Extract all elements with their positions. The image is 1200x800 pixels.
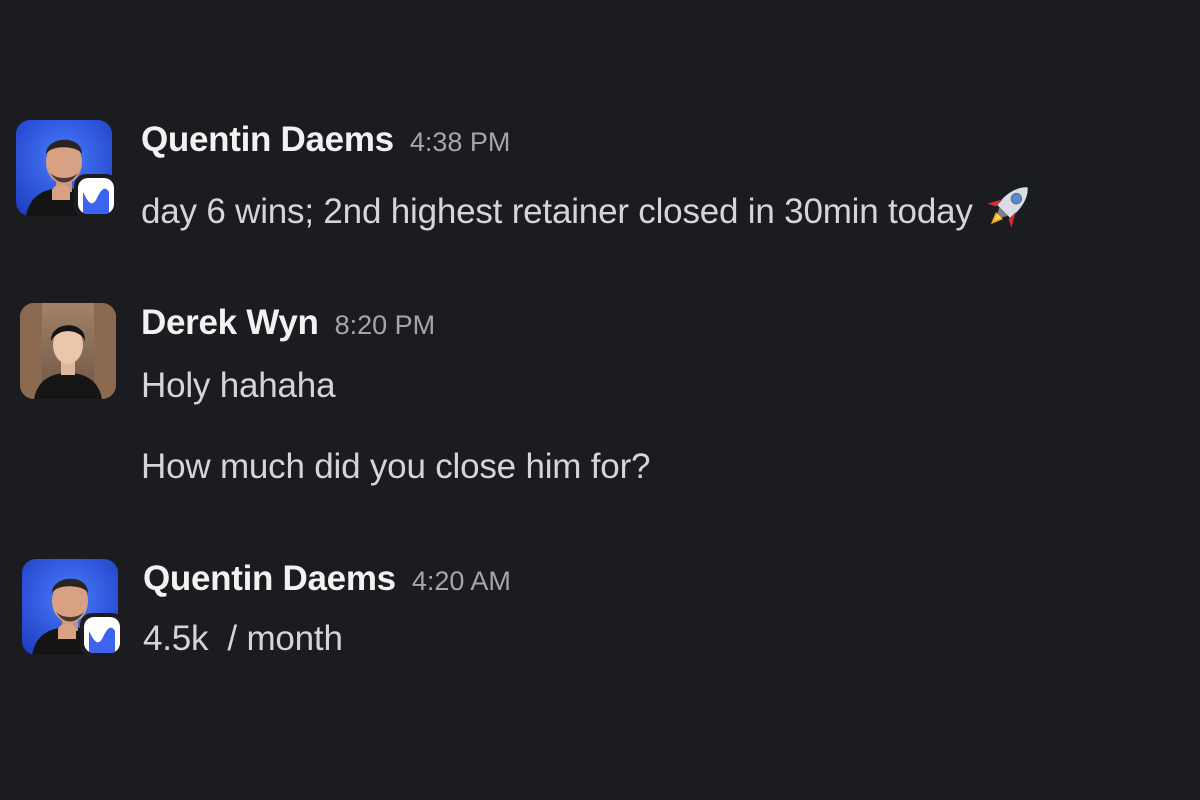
person-avatar-derek <box>20 303 116 399</box>
author-name[interactable]: Quentin Daems <box>143 559 396 598</box>
message-line: day 6 wins; 2nd highest retainer closed … <box>141 191 973 231</box>
avatar[interactable] <box>20 303 116 399</box>
message-line: Holy hahaha <box>141 366 336 405</box>
rocket-icon <box>981 184 1039 243</box>
timestamp[interactable]: 4:20 AM <box>412 566 511 596</box>
message-header: Quentin Daems 4:20 AM <box>143 559 511 599</box>
author-name[interactable]: Derek Wyn <box>141 303 319 342</box>
message-line: How much did you close him for? <box>141 447 651 486</box>
message-text: day 6 wins; 2nd highest retainer closed … <box>141 184 1039 243</box>
app-badge-icon <box>89 627 115 653</box>
message-header: Quentin Daems 4:38 PM <box>141 120 510 160</box>
message-header: Derek Wyn 8:20 PM <box>141 303 435 343</box>
app-badge-icon <box>83 188 109 214</box>
message-line: 4.5k / month <box>143 619 343 658</box>
author-name[interactable]: Quentin Daems <box>141 120 394 159</box>
app-badge <box>74 174 118 218</box>
app-badge <box>80 613 124 657</box>
timestamp[interactable]: 8:20 PM <box>335 310 436 340</box>
timestamp[interactable]: 4:38 PM <box>410 127 511 157</box>
